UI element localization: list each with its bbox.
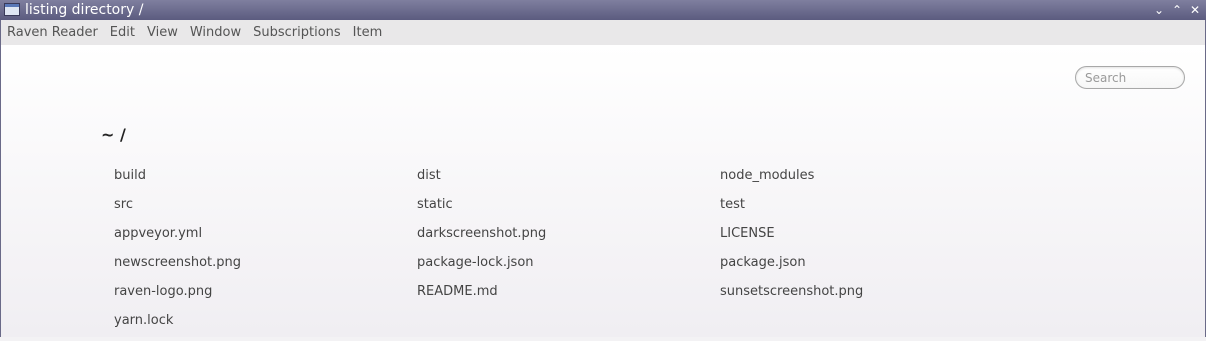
file-link[interactable]: static — [417, 196, 720, 225]
menu-subscriptions[interactable]: Subscriptions — [247, 20, 347, 45]
menu-window[interactable]: Window — [184, 20, 247, 45]
minimize-icon[interactable]: ⌄ — [1151, 0, 1167, 20]
file-link[interactable]: darkscreenshot.png — [417, 225, 720, 254]
file-link[interactable]: sunsetscreenshot.png — [720, 283, 1023, 312]
file-link[interactable]: package.json — [720, 254, 1023, 283]
file-link[interactable]: test — [720, 196, 1023, 225]
file-link[interactable]: src — [114, 196, 417, 225]
file-link[interactable]: newscreenshot.png — [114, 254, 417, 283]
close-icon[interactable]: ✕ — [1187, 0, 1203, 20]
title-bar[interactable]: listing directory / ⌄ ⌃ ✕ — [0, 0, 1206, 20]
content-area: ~ / build dist node_modules src static t… — [0, 45, 1206, 337]
file-link[interactable]: appveyor.yml — [114, 225, 417, 254]
menu-item[interactable]: Item — [347, 20, 389, 45]
file-link[interactable]: node_modules — [720, 167, 1023, 196]
file-link[interactable]: package-lock.json — [417, 254, 720, 283]
menu-raven-reader[interactable]: Raven Reader — [1, 20, 104, 45]
window-app-icon — [4, 3, 20, 16]
file-link[interactable]: LICENSE — [720, 225, 1023, 254]
maximize-icon[interactable]: ⌃ — [1169, 0, 1185, 20]
window-title: listing directory / — [25, 2, 144, 18]
file-link[interactable]: dist — [417, 167, 720, 196]
file-link[interactable]: README.md — [417, 283, 720, 312]
menu-view[interactable]: View — [141, 20, 184, 45]
file-list: build dist node_modules src static test … — [114, 167, 1023, 341]
menu-edit[interactable]: Edit — [104, 20, 141, 45]
file-link[interactable]: raven-logo.png — [114, 283, 417, 312]
file-link[interactable]: build — [114, 167, 417, 196]
search-input[interactable] — [1075, 66, 1185, 89]
menu-bar: Raven Reader Edit View Window Subscripti… — [0, 20, 1206, 45]
directory-heading: ~ / — [101, 125, 126, 144]
